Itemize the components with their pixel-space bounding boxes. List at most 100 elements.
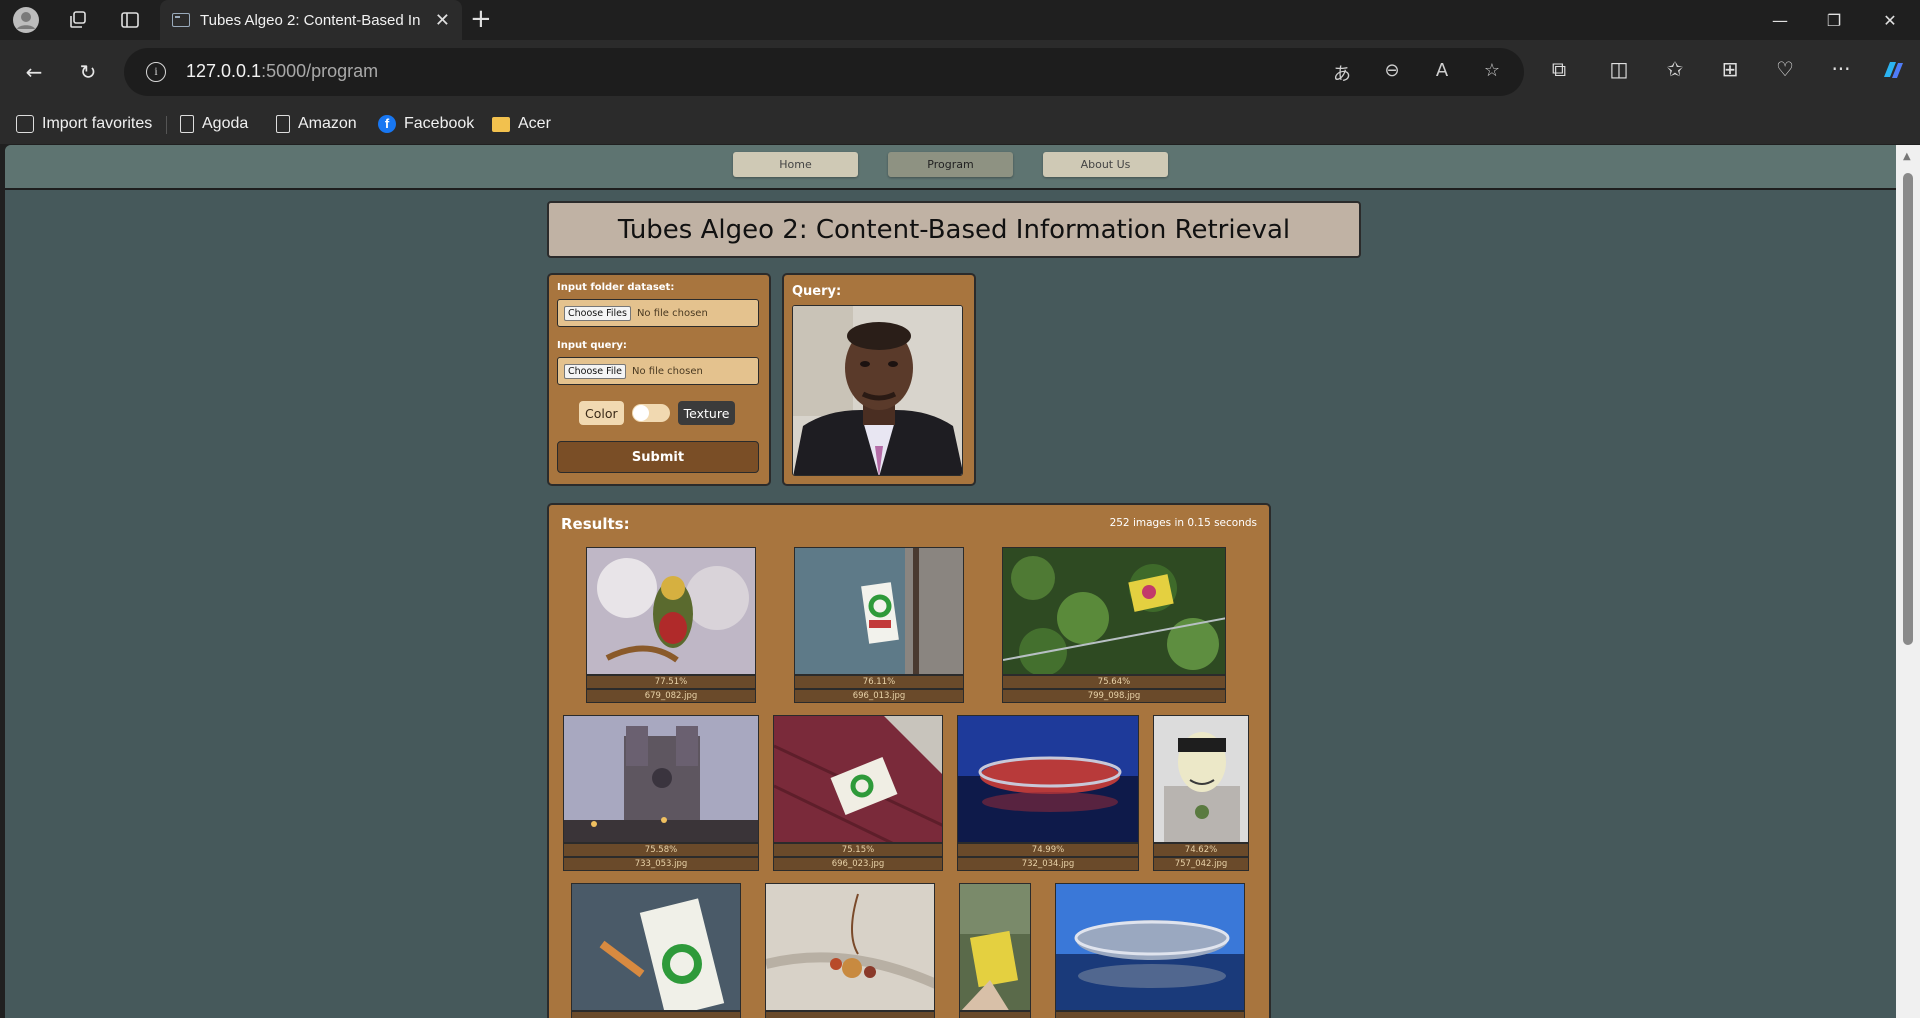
result-filename: 733_053.jpg — [563, 857, 759, 871]
result-image[interactable] — [1153, 715, 1249, 843]
bookmark-agoda[interactable]: Agoda — [180, 112, 248, 136]
texture-option-label[interactable]: Texture — [677, 401, 736, 425]
color-option-label[interactable]: Color — [579, 401, 624, 425]
result-similarity: 75.58% — [563, 843, 759, 857]
facebook-icon: f — [378, 115, 396, 133]
choose-files-button[interactable]: Choose Files — [564, 305, 631, 321]
toggle-knob — [632, 405, 649, 421]
result-similarity: 76.11% — [794, 675, 964, 689]
bookmark-amazon[interactable]: Amazon — [276, 112, 357, 136]
dataset-label: Input folder dataset: — [557, 282, 675, 293]
result-image[interactable] — [957, 715, 1139, 843]
tab-title: Tubes Algeo 2: Content-Based Information… — [200, 11, 420, 29]
close-icon[interactable]: ✕ — [435, 10, 450, 31]
input-form-card: Input folder dataset: Choose Files No fi… — [547, 273, 771, 486]
folder-icon — [492, 116, 510, 132]
result-filename: 679_082.jpg — [586, 689, 756, 703]
result-image[interactable] — [571, 883, 741, 1011]
restore-icon[interactable]: ❐ — [1806, 0, 1862, 40]
result-filename: 732_034.jpg — [957, 857, 1139, 871]
result-image[interactable] — [959, 883, 1031, 1011]
result-similarity: 75.64% — [1002, 675, 1226, 689]
bookmarks-bar: Import favorites Agoda Amazon f Facebook… — [0, 104, 1920, 144]
profile-icon[interactable] — [12, 6, 40, 34]
page-viewport: Home Program About Us Tubes Algeo 2: Con… — [5, 145, 1896, 1018]
minimize-icon[interactable]: — — [1752, 0, 1808, 40]
dataset-file-status: No file chosen — [636, 307, 708, 319]
browser-toolbar: ← ↻ i 127.0.0.1:5000/program あ ⊖ A ☆ ⧉ ◫… — [0, 40, 1920, 104]
result-similarity — [1055, 1011, 1245, 1018]
page-icon — [276, 115, 290, 133]
browser-tab-active[interactable]: Tubes Algeo 2: Content-Based Information… — [160, 0, 462, 40]
query-input-label: Input query: — [557, 340, 627, 351]
bookmark-acer[interactable]: Acer — [492, 112, 551, 136]
workspaces-icon[interactable] — [64, 6, 92, 34]
result-similarity — [959, 1011, 1031, 1018]
query-file-status: No file chosen — [632, 365, 703, 377]
query-card: Query: — [782, 273, 976, 486]
result-filename: 696_013.jpg — [794, 689, 964, 703]
method-toggle-switch[interactable] — [631, 404, 670, 422]
result-filename: 757_042.jpg — [1153, 857, 1249, 871]
nav-about-button[interactable]: About Us — [1043, 152, 1168, 177]
submit-button[interactable]: Submit — [557, 441, 759, 473]
result-similarity: 75.15% — [773, 843, 943, 857]
query-file-input[interactable]: Choose File No file chosen — [557, 357, 759, 385]
collections-icon[interactable]: ⊞ — [1715, 57, 1745, 87]
url-text[interactable]: 127.0.0.1:5000/program — [186, 61, 378, 82]
nav-program-button[interactable]: Program — [888, 152, 1013, 177]
copilot-icon[interactable] — [1878, 57, 1908, 87]
terminal-icon — [172, 13, 190, 27]
result-filename: 696_023.jpg — [773, 857, 943, 871]
method-toggle-row: Color Texture — [579, 401, 736, 425]
scroll-up-icon[interactable]: ▲ — [1903, 151, 1911, 162]
bookmark-import-favorites[interactable]: Import favorites — [16, 112, 152, 136]
result-image[interactable] — [794, 547, 964, 675]
favorites-icon[interactable]: ✩ — [1660, 57, 1690, 87]
results-summary: 252 images in 0.15 seconds — [1109, 517, 1257, 529]
scrollbar-thumb[interactable] — [1903, 173, 1913, 645]
query-label: Query: — [792, 284, 842, 299]
result-image[interactable] — [1055, 883, 1245, 1011]
page-title: Tubes Algeo 2: Content-Based Information… — [547, 201, 1361, 258]
result-image[interactable] — [1002, 547, 1226, 675]
result-similarity: 74.62% — [1153, 843, 1249, 857]
address-bar[interactable]: i 127.0.0.1:5000/program あ ⊖ A ☆ — [124, 48, 1524, 96]
dataset-file-input[interactable]: Choose Files No file chosen — [557, 299, 759, 327]
result-similarity: 74.99% — [957, 843, 1139, 857]
site-navigation: Home Program About Us — [5, 145, 1896, 190]
browser-essentials-icon[interactable]: ♡ — [1770, 57, 1800, 87]
results-panel: Results: 252 images in 0.15 seconds 77.5… — [547, 503, 1271, 1018]
bookmark-facebook[interactable]: f Facebook — [378, 112, 474, 136]
choose-file-button[interactable]: Choose File — [564, 363, 626, 379]
info-icon[interactable]: i — [146, 62, 166, 82]
bookmark-separator — [166, 116, 167, 134]
back-icon[interactable]: ← — [16, 54, 52, 90]
page-scrollbar[interactable]: ▲ — [1896, 145, 1920, 1018]
more-options-icon[interactable]: ··· — [1826, 57, 1856, 87]
result-image[interactable] — [563, 715, 759, 843]
extensions-icon[interactable]: ⧉ — [1544, 57, 1574, 87]
split-screen-icon[interactable]: ◫ — [1604, 57, 1634, 87]
result-similarity: 77.51% — [586, 675, 756, 689]
result-image[interactable] — [765, 883, 935, 1011]
result-image[interactable] — [773, 715, 943, 843]
browser-tab-bar: Tubes Algeo 2: Content-Based Information… — [0, 0, 1920, 40]
results-title: Results: — [561, 515, 630, 533]
window-close-icon[interactable]: ✕ — [1862, 0, 1918, 40]
zoom-out-icon[interactable]: ⊖ — [1380, 60, 1404, 84]
refresh-icon[interactable]: ↻ — [70, 54, 106, 90]
new-tab-icon[interactable]: + — [470, 4, 492, 34]
vertical-tabs-icon[interactable] — [116, 6, 144, 34]
read-aloud-icon[interactable]: A — [1430, 60, 1454, 84]
import-icon — [16, 115, 34, 133]
nav-home-button[interactable]: Home — [733, 152, 858, 177]
result-image[interactable] — [586, 547, 756, 675]
favorite-star-icon[interactable]: ☆ — [1480, 60, 1504, 84]
page-icon — [180, 115, 194, 133]
query-image — [792, 305, 963, 476]
result-similarity — [571, 1011, 741, 1018]
result-similarity — [765, 1011, 935, 1018]
result-filename: 799_098.jpg — [1002, 689, 1226, 703]
translate-icon[interactable]: あ — [1330, 60, 1354, 85]
